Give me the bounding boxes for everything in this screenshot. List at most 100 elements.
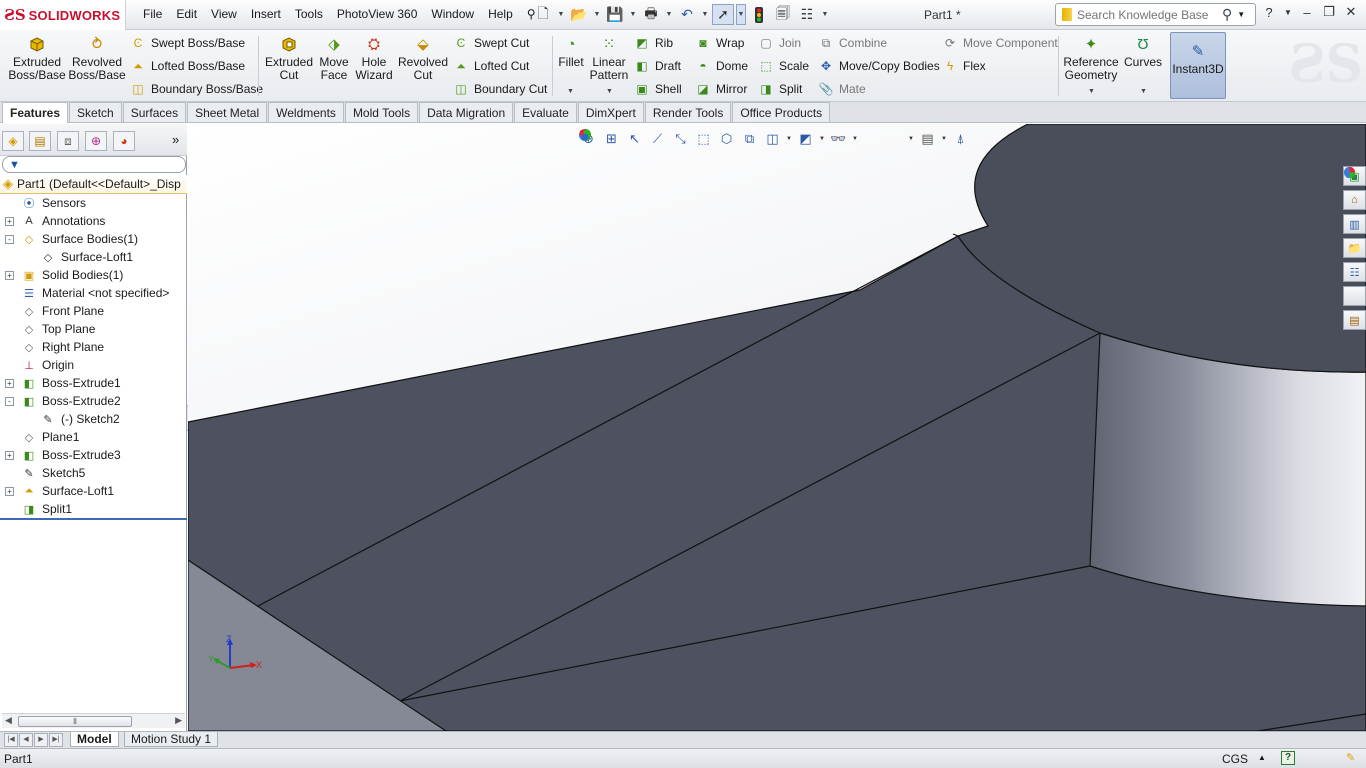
new-document-icon[interactable]: 🗋 bbox=[532, 4, 554, 25]
unit-system[interactable]: CGS bbox=[1222, 752, 1248, 766]
move-copy-bodies-button[interactable]: ✥ Move/Copy Bodies bbox=[818, 57, 940, 75]
scroll-thumb[interactable]: ⦀ bbox=[18, 716, 132, 727]
draft-button[interactable]: ◧ Draft bbox=[634, 57, 681, 75]
scene-dropdown-icon[interactable]: ▼ bbox=[907, 136, 915, 142]
zoom-to-area-icon[interactable]: ⊞ bbox=[601, 128, 622, 149]
tree-item[interactable]: ◇ Surface-Loft1 bbox=[0, 248, 187, 266]
tab-sketch[interactable]: Sketch bbox=[69, 102, 122, 122]
tab-office-products[interactable]: Office Products bbox=[732, 102, 831, 122]
tile-left-icon[interactable]: ◧ bbox=[1248, 124, 1262, 125]
view-palette-icon[interactable]: ☷ bbox=[1343, 262, 1366, 282]
swept-boss-button[interactable]: Ͼ Swept Boss/Base bbox=[130, 34, 245, 52]
new-dropdown-icon[interactable]: ▼ bbox=[556, 4, 566, 25]
custom-properties-icon[interactable]: ▤ bbox=[1343, 310, 1366, 330]
collapse-icon[interactable]: - bbox=[5, 234, 14, 244]
curves-dropdown-icon[interactable]: ▼ bbox=[1140, 88, 1147, 95]
tab-surfaces[interactable]: Surfaces bbox=[122, 102, 187, 122]
search-knowledge-base[interactable]: ⚲ ▼ bbox=[1055, 3, 1256, 26]
select-dropdown-icon[interactable]: ▼ bbox=[736, 4, 746, 25]
expand-icon[interactable]: + bbox=[5, 450, 14, 460]
save-icon[interactable]: 💾 bbox=[604, 4, 626, 25]
search-icon[interactable]: ⚲ bbox=[1222, 6, 1232, 23]
feature-tree-root[interactable]: ◈ Part1 (Default<<Default>_Disp bbox=[0, 175, 187, 194]
tab-model[interactable]: Model bbox=[70, 732, 119, 747]
previous-view-icon[interactable]: ↖ bbox=[624, 128, 645, 149]
hide-items-icon[interactable]: 👓 bbox=[828, 128, 849, 149]
viewport-close-icon[interactable]: ✕ bbox=[1332, 124, 1346, 125]
join-button[interactable]: ▢ Join bbox=[758, 34, 801, 52]
tab-mold-tools[interactable]: Mold Tools bbox=[344, 102, 419, 122]
mirror-button[interactable]: ◪ Mirror bbox=[695, 80, 747, 98]
print-dropdown-icon[interactable]: ▼ bbox=[664, 4, 674, 25]
tree-item[interactable]: + ▣ Solid Bodies(1) bbox=[0, 266, 187, 284]
extruded-cut-button[interactable]: Extruded Cut bbox=[264, 34, 314, 82]
menu-photoview[interactable]: PhotoView 360 bbox=[330, 6, 425, 22]
fillet-dropdown-icon[interactable]: ▼ bbox=[567, 88, 574, 95]
tab-motion-study[interactable]: Motion Study 1 bbox=[124, 732, 219, 747]
feature-tree-tab-icon[interactable]: ◈ bbox=[2, 131, 24, 151]
tree-item[interactable]: ◇ Right Plane bbox=[0, 338, 187, 356]
search-input[interactable] bbox=[1077, 7, 1217, 22]
menu-help[interactable]: Help bbox=[481, 6, 520, 22]
tab-weldments[interactable]: Weldments bbox=[268, 102, 344, 122]
standard-views-icon[interactable]: ◫ bbox=[762, 128, 783, 149]
tree-item[interactable]: ✎ (-) Sketch2 bbox=[0, 410, 187, 428]
tree-item[interactable]: + ⏶ Surface-Loft1 bbox=[0, 482, 187, 500]
menu-view[interactable]: View bbox=[204, 6, 244, 22]
boundary-boss-button[interactable]: ◫ Boundary Boss/Base bbox=[130, 80, 263, 98]
reference-dropdown-icon[interactable]: ▼ bbox=[1088, 88, 1095, 95]
expand-icon[interactable]: + bbox=[5, 216, 14, 226]
horizontal-scrollbar[interactable]: ◀ ⦀ ▶ bbox=[2, 713, 185, 728]
revolved-cut-button[interactable]: ⬙ Revolved Cut bbox=[398, 34, 448, 82]
restore-icon[interactable]: ❐ bbox=[1322, 4, 1336, 20]
expand-tabs-icon[interactable]: » bbox=[172, 132, 179, 147]
file-explorer-icon[interactable]: 📁 bbox=[1343, 238, 1366, 258]
wrap-button[interactable]: ◙ Wrap bbox=[695, 34, 744, 52]
display-style-icon[interactable]: ⬡ bbox=[716, 128, 737, 149]
menu-edit[interactable]: Edit bbox=[169, 6, 204, 22]
dynamic-annotation-icon[interactable]: ⤡ bbox=[670, 128, 691, 149]
dome-button[interactable]: ◓ Dome bbox=[695, 57, 748, 75]
extruded-boss-button[interactable]: Extruded Boss/Base bbox=[8, 34, 66, 82]
undo-icon[interactable]: ↶ bbox=[676, 4, 698, 25]
tree-item[interactable]: + ◧ Boss-Extrude1 bbox=[0, 374, 187, 392]
model-viewport[interactable] bbox=[188, 124, 1366, 731]
tab-sheet-metal[interactable]: Sheet Metal bbox=[187, 102, 268, 122]
tree-item[interactable]: ☰ Material <not specified> bbox=[0, 284, 187, 302]
file-properties-icon[interactable]: 🗐 bbox=[772, 4, 794, 25]
combine-button[interactable]: ⧉ Combine bbox=[818, 34, 887, 52]
curves-button[interactable]: Ʊ Curves bbox=[1122, 34, 1164, 69]
split-button[interactable]: ◨ Split bbox=[758, 80, 802, 98]
revolved-boss-button[interactable]: ⥁ Revolved Boss/Base bbox=[68, 34, 125, 82]
minimize-icon[interactable]: – bbox=[1300, 5, 1314, 20]
expand-icon[interactable]: + bbox=[5, 378, 14, 388]
mate-button[interactable]: 📎 Mate bbox=[818, 80, 866, 98]
swept-cut-button[interactable]: Ͼ Swept Cut bbox=[453, 34, 530, 52]
select-cursor-icon[interactable]: ➚ bbox=[712, 4, 734, 25]
hide-show-icon[interactable]: ⧉ bbox=[739, 128, 760, 149]
view-orientation-icon[interactable]: ⬚ bbox=[693, 128, 714, 149]
options-dropdown-icon[interactable]: ▼ bbox=[820, 4, 830, 25]
rebuild-traffic-light-icon[interactable] bbox=[748, 4, 770, 25]
help-icon[interactable]: ? bbox=[1262, 5, 1276, 20]
linear-pattern-button[interactable]: ⁙ Linear Pattern bbox=[589, 34, 629, 82]
open-folder-icon[interactable]: 📂 bbox=[568, 4, 590, 25]
tree-item[interactable]: ◇ Front Plane bbox=[0, 302, 187, 320]
property-manager-tab-icon[interactable]: ▤ bbox=[29, 131, 51, 151]
graphics-area[interactable]: ◧ ◨ – ❐ ✕ ⊕ ⊞ ↖ ⟋ ⤡ ⬚ ⬡ ⧉ ◫ ▼ ◩ ▼ 👓 ▼ bbox=[188, 124, 1366, 731]
print-icon[interactable]: 🖶 bbox=[640, 4, 662, 25]
tree-item[interactable]: + A Annotations bbox=[0, 212, 187, 230]
view-settings-dropdown-icon[interactable]: ▼ bbox=[940, 136, 948, 142]
menu-file[interactable]: File bbox=[136, 6, 169, 22]
units-dropdown-icon[interactable]: ▲ bbox=[1258, 753, 1266, 762]
tree-item[interactable]: ◨ Split1 bbox=[0, 500, 187, 518]
collapse-icon[interactable]: - bbox=[5, 396, 14, 406]
lofted-cut-button[interactable]: ⏶ Lofted Cut bbox=[453, 57, 529, 75]
tab-data-migration[interactable]: Data Migration bbox=[419, 102, 514, 122]
tab-evaluate[interactable]: Evaluate bbox=[514, 102, 577, 122]
instant3d-button[interactable]: ✎ Instant3D bbox=[1170, 32, 1226, 99]
tree-item[interactable]: ◇ Plane1 bbox=[0, 428, 187, 446]
standard-views-dropdown-icon[interactable]: ▼ bbox=[785, 136, 793, 142]
design-library-icon[interactable]: ▥ bbox=[1343, 214, 1366, 234]
menu-tools[interactable]: Tools bbox=[288, 6, 330, 22]
